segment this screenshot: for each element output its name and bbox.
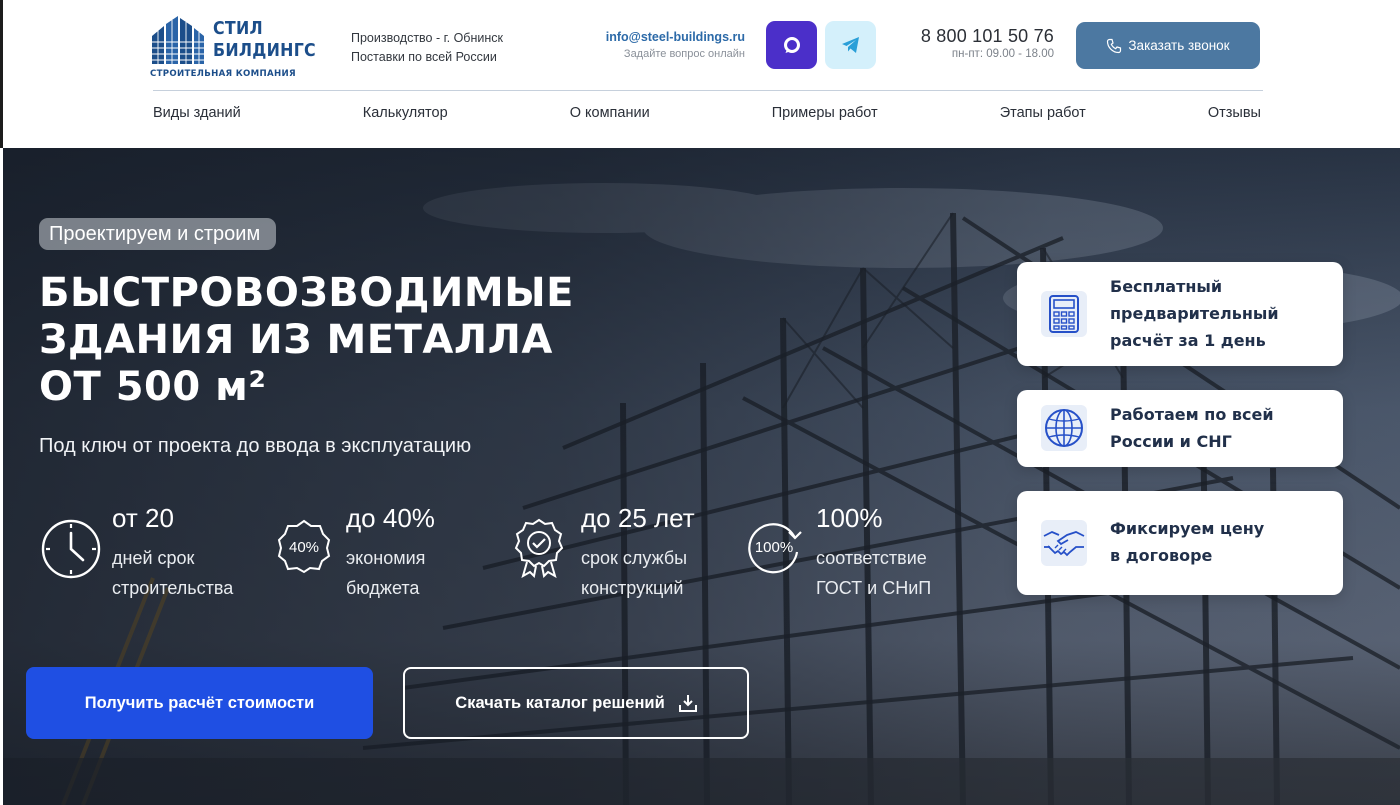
handshake-icon bbox=[1043, 531, 1085, 557]
email-link[interactable]: info@steel-buildings.ru bbox=[606, 30, 745, 44]
stat-label-line: соответствие bbox=[816, 548, 927, 568]
clock-icon bbox=[41, 519, 101, 579]
hero-section: Проектируем и строим БЫСТРОВОЗВОДИМЫЕ ЗД… bbox=[3, 148, 1400, 805]
card-text-line: России и СНГ bbox=[1110, 432, 1232, 451]
request-call-label: Заказать звонок bbox=[1128, 38, 1230, 53]
card-text-line: в договоре bbox=[1110, 546, 1213, 565]
percent-badge-icon: 40% bbox=[277, 519, 331, 574]
stat-label-line: экономия bbox=[346, 548, 426, 568]
stat-label-line: бюджета bbox=[346, 578, 420, 598]
nav-portfolio[interactable]: Примеры работ bbox=[772, 105, 878, 121]
phone-block: 8 800 101 50 76 пн-пт: 09.00 - 18.00 bbox=[908, 26, 1054, 60]
max-messenger-button[interactable] bbox=[766, 21, 817, 69]
cycle-100-icon: 100% bbox=[748, 523, 802, 574]
calculator-icon bbox=[1049, 295, 1079, 333]
card-text-line: Фиксируем цену bbox=[1110, 519, 1265, 538]
telegram-button[interactable] bbox=[825, 21, 876, 69]
hero-title-line-2: ЗДАНИЯ ИЗ МЕТАЛЛА bbox=[39, 317, 553, 363]
quality-seal-icon bbox=[514, 518, 564, 578]
building-logo-icon bbox=[152, 16, 204, 64]
logo-line-1: СТИЛ bbox=[213, 18, 263, 39]
download-catalog-button[interactable]: Скачать каталог решений bbox=[403, 667, 749, 739]
working-hours: пн-пт: 09.00 - 18.00 bbox=[951, 48, 1054, 60]
company-info: Производство - г. Обнинск Поставки по вс… bbox=[351, 29, 503, 67]
main-nav: Виды зданий Калькулятор О компании Приме… bbox=[153, 105, 1261, 121]
download-icon bbox=[678, 695, 697, 712]
stat-value: 100% bbox=[816, 503, 883, 533]
feature-card-coverage: Работаем по всей России и СНГ bbox=[1017, 390, 1343, 467]
stat-label-line: дней срок bbox=[112, 548, 195, 568]
hero-badge: Проектируем и строим bbox=[39, 218, 277, 250]
card-text-line: Работаем по всей bbox=[1110, 405, 1274, 424]
email-note: Задайте вопрос онлайн bbox=[623, 48, 745, 60]
card-text-line: Бесплатный bbox=[1110, 277, 1223, 296]
card-text-line: расчёт за 1 день bbox=[1110, 331, 1266, 350]
nav-work-stages[interactable]: Этапы работ bbox=[1000, 105, 1086, 121]
stat-value: до 25 лет bbox=[581, 503, 695, 533]
phone-icon bbox=[1107, 38, 1122, 53]
phone-number[interactable]: 8 800 101 50 76 bbox=[908, 26, 1054, 47]
site-header: СТИЛ БИЛДИНГС СТРОИТЕЛЬНАЯ КОМПАНИЯ Прои… bbox=[0, 0, 1400, 148]
company-logo[interactable]: СТИЛ БИЛДИНГС СТРОИТЕЛЬНАЯ КОМПАНИЯ bbox=[150, 16, 316, 80]
production-location: Производство - г. Обнинск bbox=[351, 31, 503, 45]
percent-badge-text: 40% bbox=[289, 539, 319, 556]
cycle-100-text: 100% bbox=[755, 539, 793, 556]
card-text-line: предварительный bbox=[1110, 304, 1279, 323]
hero-subtitle: Под ключ от проекта до ввода в эксплуата… bbox=[39, 435, 472, 457]
hero-title: БЫСТРОВОЗВОДИМЫЕ ЗДАНИЯ ИЗ МЕТАЛЛА ОТ 50… bbox=[39, 270, 639, 411]
nav-calculator[interactable]: Калькулятор bbox=[363, 105, 448, 121]
hero-title-line-1: БЫСТРОВОЗВОДИМЫЕ bbox=[39, 270, 574, 316]
logo-line-2: БИЛДИНГС bbox=[213, 40, 316, 61]
stat-value: до 40% bbox=[346, 503, 435, 533]
stat-value: от 20 bbox=[112, 503, 174, 533]
logo-tagline: СТРОИТЕЛЬНАЯ КОМПАНИЯ bbox=[150, 69, 296, 79]
email-block: info@steel-buildings.ru Задайте вопрос о… bbox=[606, 30, 745, 60]
feature-card-free-estimate: Бесплатный предварительный расчёт за 1 д… bbox=[1017, 262, 1343, 366]
nav-about[interactable]: О компании bbox=[570, 105, 650, 121]
request-call-button[interactable]: Заказать звонок bbox=[1076, 22, 1260, 69]
stat-label-line: конструкций bbox=[581, 578, 684, 598]
feature-card-fixed-price: Фиксируем цену в договоре bbox=[1017, 491, 1343, 595]
max-messenger-icon bbox=[783, 37, 800, 53]
telegram-icon bbox=[841, 37, 859, 53]
globe-icon bbox=[1045, 409, 1083, 447]
hero-title-line-3: ОТ 500 м² bbox=[39, 364, 267, 410]
download-catalog-label: Скачать каталог решений bbox=[455, 693, 665, 712]
nav-divider bbox=[153, 90, 1263, 91]
stat-label-line: строительства bbox=[112, 578, 234, 598]
delivery-note: Поставки по всей России bbox=[351, 50, 497, 64]
stat-label-line: ГОСТ и СНиП bbox=[816, 578, 932, 598]
stat-label-line: срок службы bbox=[581, 548, 688, 568]
nav-building-types[interactable]: Виды зданий bbox=[153, 105, 241, 121]
get-estimate-button[interactable]: Получить расчёт стоимости bbox=[26, 667, 373, 739]
nav-reviews[interactable]: Отзывы bbox=[1208, 105, 1261, 121]
